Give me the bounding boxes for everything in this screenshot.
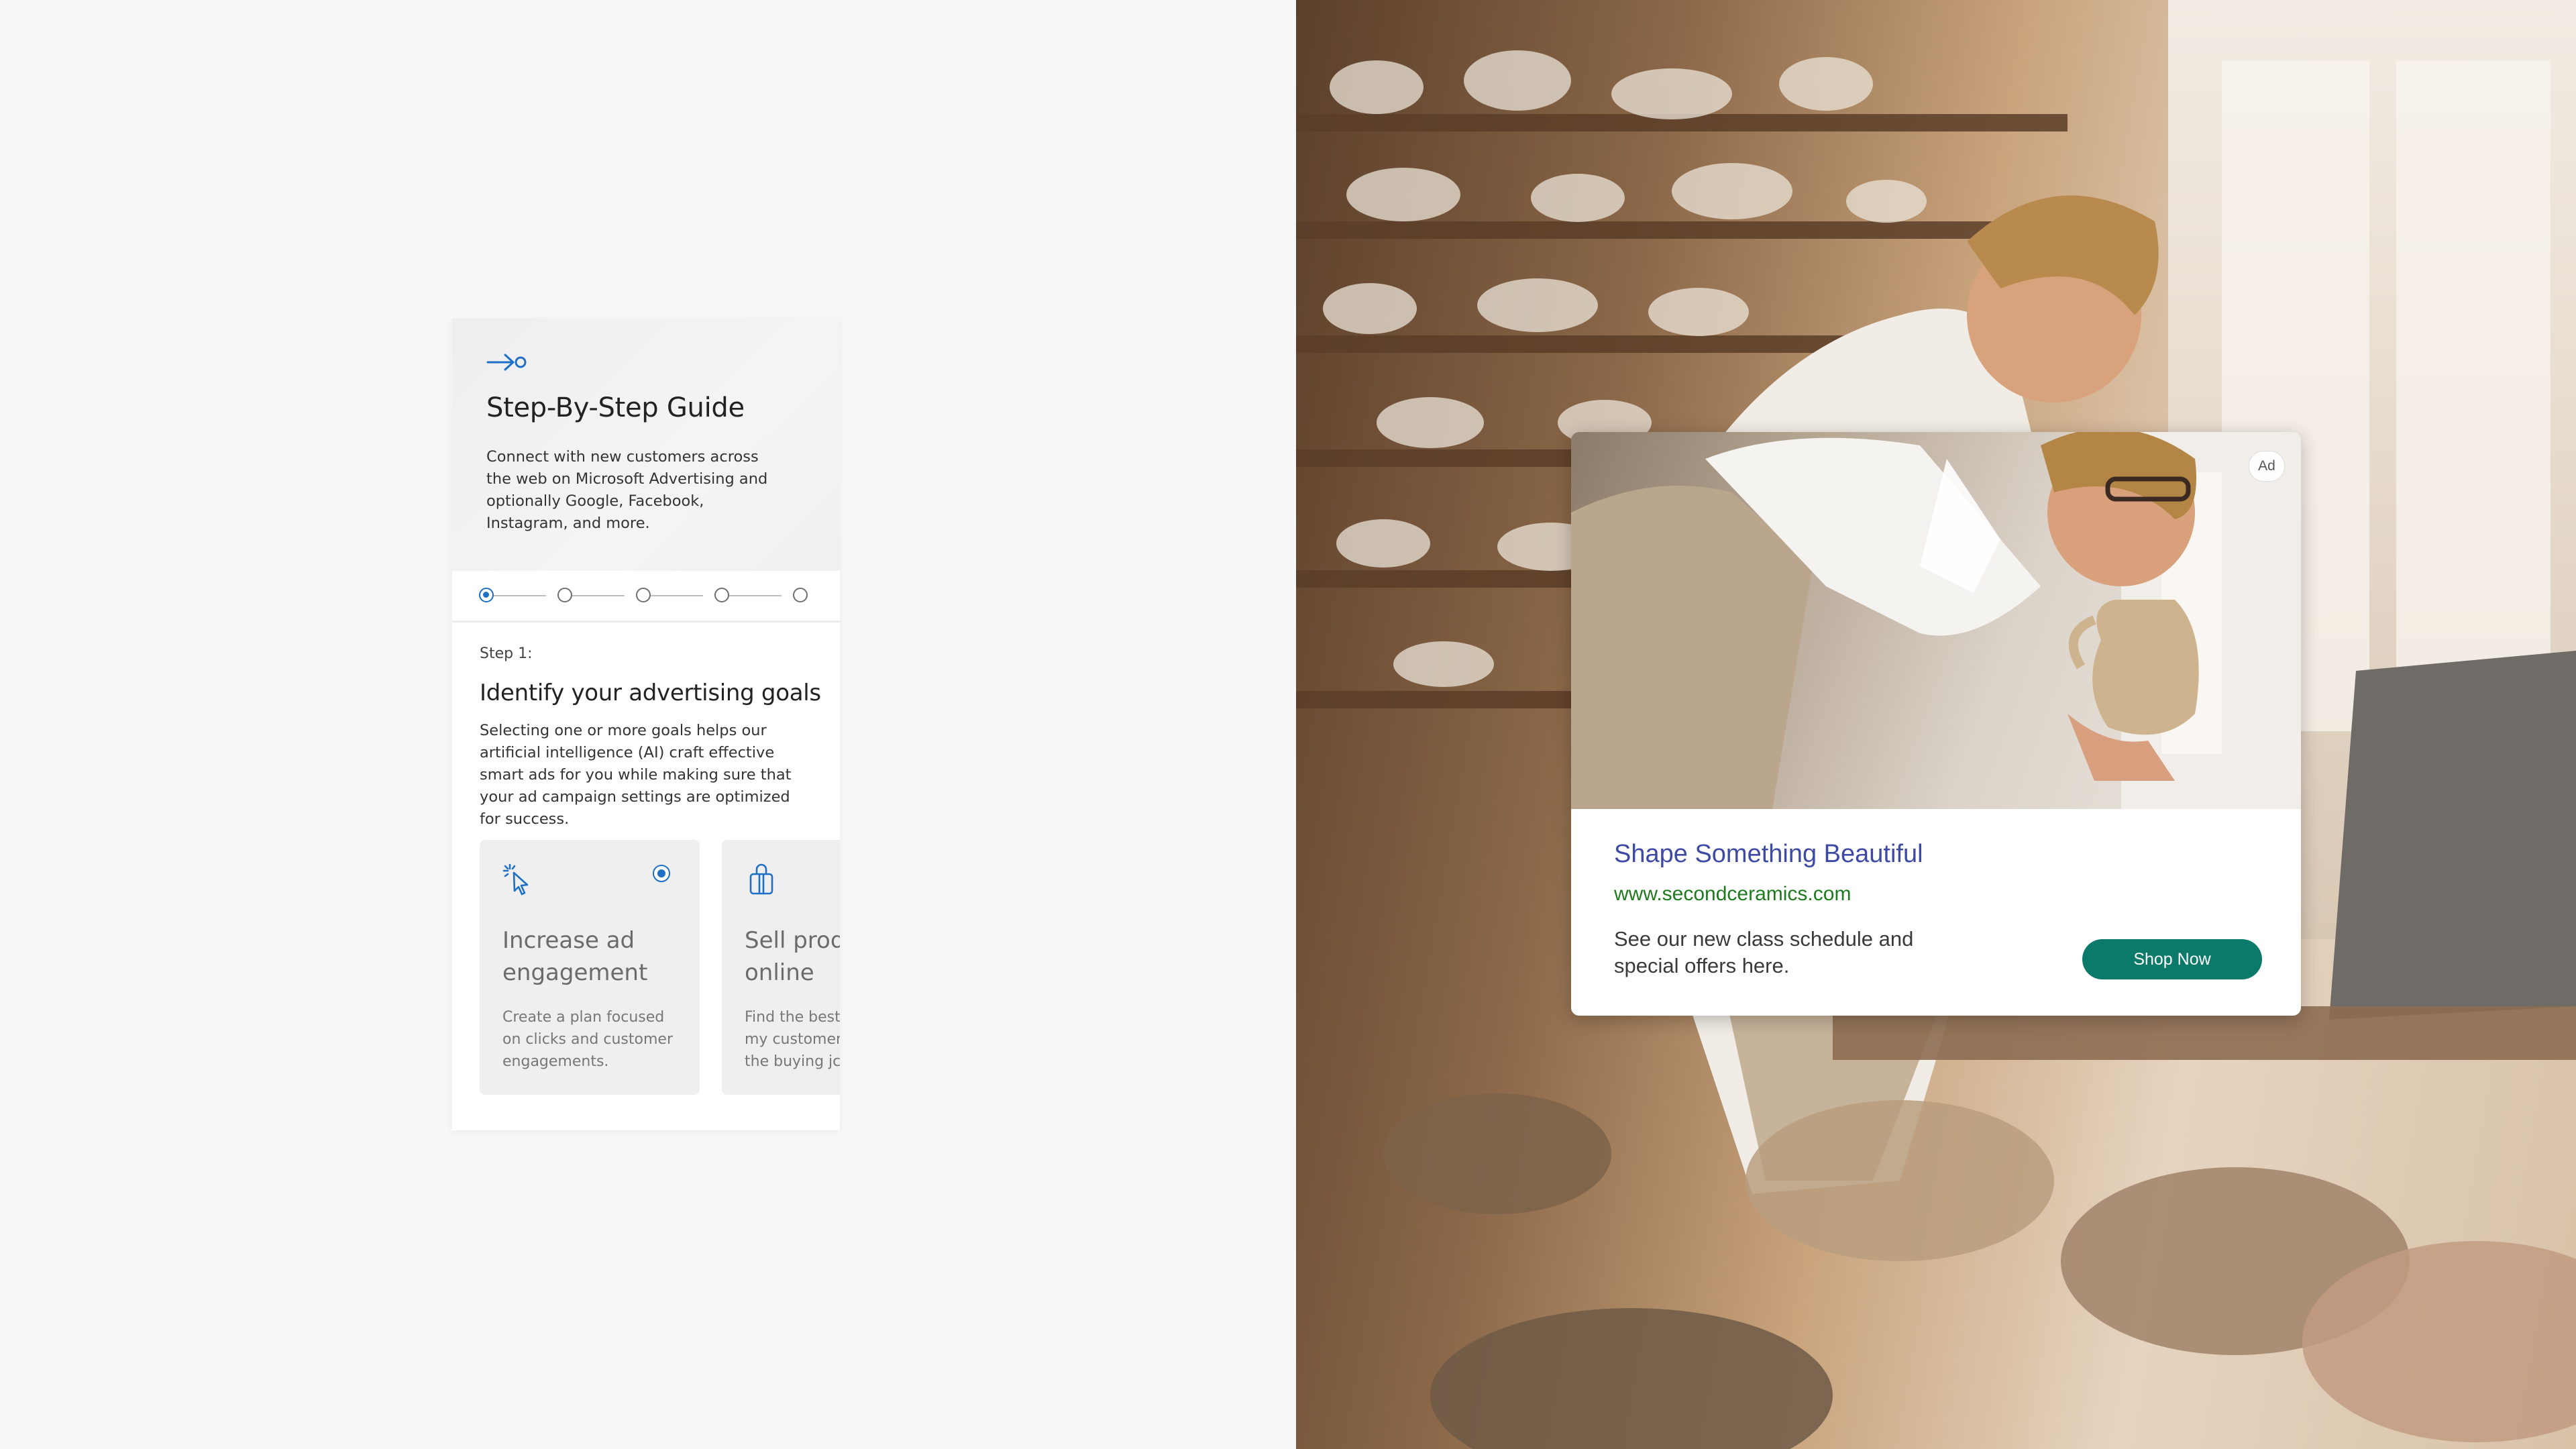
step-connector <box>566 595 625 596</box>
step-2-indicator[interactable] <box>557 588 572 602</box>
ad-display-url[interactable]: www.secondceramics.com <box>1614 883 1851 906</box>
click-cursor-icon <box>502 863 536 896</box>
guide-title: Step-By-Step Guide <box>486 392 745 423</box>
goal-title: Increase ad engagement <box>502 927 648 986</box>
step-3-indicator[interactable] <box>636 588 651 602</box>
shop-now-button[interactable]: Shop Now <box>2082 939 2262 979</box>
goal-description: Find the best my customer the buying jc <box>745 1009 840 1070</box>
step-connector <box>723 595 782 596</box>
goal-card-sell-products[interactable]: Sell prod online Find the best my custom… <box>722 840 840 1095</box>
goal-card-increase-engagement[interactable]: Increase ad engagement Create a plan foc… <box>480 840 700 1095</box>
goal-title: Sell prod online <box>745 927 840 986</box>
ad-badge: Ad <box>2249 451 2285 482</box>
guide-description: Connect with new customers across the we… <box>486 448 768 532</box>
ad-image: Ad <box>1571 432 2301 809</box>
shopping-bag-icon <box>745 863 778 896</box>
ad-description: See our new class schedule and special o… <box>1614 927 1914 977</box>
ad-preview-card[interactable]: Ad Shape Something Beautiful www.secondc… <box>1571 432 2301 1016</box>
step-title: Identify your advertising goals <box>480 680 821 706</box>
step-1-indicator[interactable] <box>479 588 494 602</box>
step-label: Step 1: <box>480 645 533 662</box>
goal-selected-radio[interactable] <box>653 865 670 882</box>
step-4-indicator[interactable] <box>714 588 729 602</box>
step-progress <box>452 571 840 623</box>
step-description: Selecting one or more goals helps our ar… <box>480 722 792 828</box>
step-connector <box>488 595 546 596</box>
guide-panel: Step-By-Step Guide Connect with new cust… <box>452 319 840 1130</box>
arrow-to-circle-icon <box>486 349 529 376</box>
step-connector <box>645 595 703 596</box>
guide-header: Step-By-Step Guide Connect with new cust… <box>452 319 840 571</box>
ad-headline[interactable]: Shape Something Beautiful <box>1614 840 1923 869</box>
step-5-indicator[interactable] <box>793 588 808 602</box>
goal-description: Create a plan focused on clicks and cust… <box>502 1009 673 1070</box>
